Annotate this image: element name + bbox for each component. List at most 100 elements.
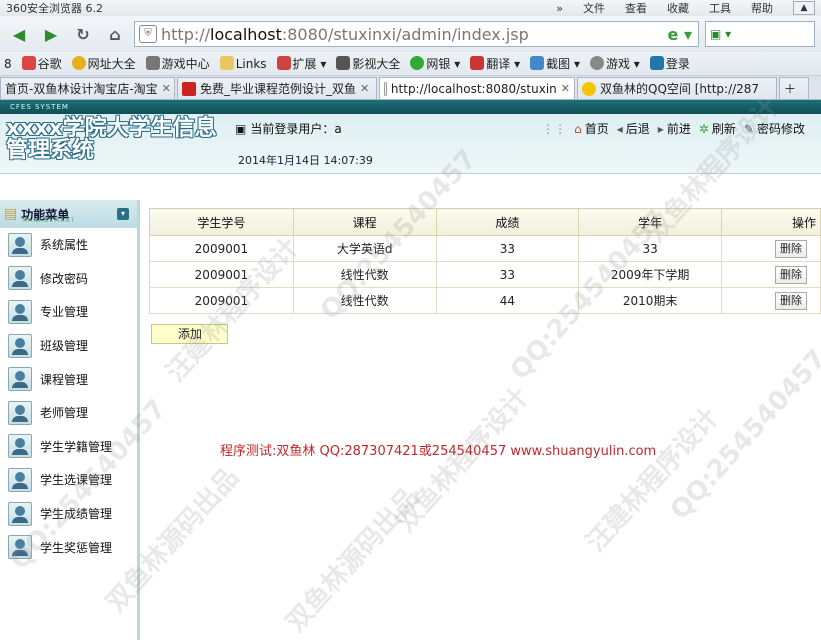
- folder-icon: [219, 56, 234, 70]
- sidebar-item-class-management[interactable]: 班级管理: [0, 329, 137, 363]
- collapse-toggle-icon[interactable]: ▾: [117, 208, 129, 220]
- home-button[interactable]: ⌂: [102, 21, 128, 47]
- fav-item-translate[interactable]: 翻译 ▾: [470, 55, 520, 72]
- current-user-label: 当前登录用户：a: [250, 122, 342, 136]
- fav-item-google[interactable]: 谷歌: [21, 55, 62, 72]
- sidebar-item-system-properties[interactable]: 系统属性: [0, 228, 137, 262]
- browser-navbar: ◀ ▶ ↻ ⌂ ⛨ http://localhost:8080/stuxinxi…: [0, 16, 821, 52]
- menu-file[interactable]: 文件: [583, 0, 605, 16]
- user-icon: [8, 467, 32, 492]
- sidebar-header: ▤ 功能菜单 MANAGEMENT ▾: [0, 200, 137, 228]
- forward-icon: ▸: [657, 121, 664, 136]
- forward-button[interactable]: ▶: [38, 21, 64, 47]
- edit-icon: ✎: [743, 121, 754, 136]
- link-back[interactable]: ◂ 后退: [617, 120, 650, 137]
- cell-year: 2010期末: [578, 287, 723, 314]
- window-control-icon[interactable]: ▲: [793, 1, 815, 15]
- fav-item-screenshot[interactable]: 截图 ▾: [530, 55, 580, 72]
- address-bar[interactable]: ⛨ http://localhost:8080/stuxinxi/admin/i…: [134, 21, 699, 47]
- browser-mode-icon[interactable]: e ▾: [668, 25, 698, 44]
- menu-help[interactable]: 帮助: [751, 0, 773, 16]
- tab-localhost[interactable]: http://localhost:8080/stuxin ✕: [379, 77, 575, 99]
- sidebar-item-rewards-penalties[interactable]: 学生奖惩管理: [0, 530, 137, 564]
- watermark: 双鱼林源码出品: [280, 482, 425, 638]
- plus-icon: ＋: [784, 82, 797, 96]
- table-row: 2009001 线性代数 44 2010期末 删除: [149, 287, 821, 314]
- fav-item-links[interactable]: Links: [219, 56, 267, 71]
- new-tab-button[interactable]: ＋: [779, 77, 809, 99]
- browser-menubar: » 文件 查看 收藏 工具 帮助 ▲: [556, 0, 815, 16]
- back-button[interactable]: ◀: [6, 21, 32, 47]
- cell-action: 删除: [721, 287, 821, 314]
- fav-item-login[interactable]: 登录: [649, 55, 690, 72]
- browser-titlebar: 360安全浏览器 6.2 » 文件 查看 收藏 工具 帮助 ▲: [0, 0, 821, 16]
- browser-app-title: 360安全浏览器 6.2: [6, 2, 103, 15]
- fav-item-extensions[interactable]: 扩展 ▾: [276, 55, 326, 72]
- menu-favorites[interactable]: 收藏: [667, 0, 689, 16]
- fav-item-sites[interactable]: 网址大全: [71, 55, 136, 72]
- search-engine-icon: ▣ ▾: [710, 27, 732, 41]
- security-shield-icon[interactable]: ⛨: [139, 25, 157, 43]
- tab-qq-space[interactable]: 双鱼林的QQ空间 [http://287: [577, 77, 777, 99]
- sidebar-item-course-selection[interactable]: 学生选课管理: [0, 463, 137, 497]
- fav-item-video[interactable]: 影视大全: [336, 55, 400, 72]
- system-tag-bar: CFES SYSTEM: [0, 100, 821, 114]
- link-change-password[interactable]: ✎ 密码修改: [744, 120, 805, 137]
- menu-tools[interactable]: 工具: [709, 0, 731, 16]
- sidebar-item-course-management[interactable]: 课程管理: [0, 362, 137, 396]
- delete-button[interactable]: 删除: [775, 265, 808, 284]
- user-icon: [8, 367, 32, 392]
- translate-icon: [470, 56, 485, 70]
- browser-tabs: 首页-双鱼林设计淘宝店-淘宝 ✕ 免费_毕业课程范例设计_双鱼 ✕ http://l…: [0, 76, 821, 100]
- fav-item-games-center[interactable]: 游戏中心: [145, 55, 210, 72]
- delete-button[interactable]: 删除: [775, 291, 808, 310]
- tab-free-design[interactable]: 免费_毕业课程范例设计_双鱼 ✕: [177, 77, 377, 99]
- home-icon: ⌂: [109, 24, 121, 44]
- refresh-button[interactable]: ↻: [70, 21, 96, 47]
- cell-score: 33: [435, 235, 580, 262]
- delete-button[interactable]: 删除: [775, 239, 808, 258]
- grades-table: 学生学号 课程 成绩 学年 操作 2009001 大学英语d 33 33 删除 …: [149, 208, 821, 314]
- sidebar-item-grade-management[interactable]: 学生成绩管理: [0, 497, 137, 531]
- key-icon: [649, 56, 664, 70]
- sites-icon: [71, 56, 86, 70]
- monitor-icon: ▣: [235, 121, 247, 136]
- credit-text: 程序测试:双鱼林 QQ:287307421或254540457 www.shua…: [220, 444, 657, 459]
- close-tab-icon[interactable]: ✕: [360, 82, 369, 95]
- sidebar-item-major-management[interactable]: 专业管理: [0, 295, 137, 329]
- tab-taobao[interactable]: 首页-双鱼林设计淘宝店-淘宝 ✕: [0, 77, 175, 99]
- close-tab-icon[interactable]: ✕: [162, 82, 171, 95]
- fav-item-bank[interactable]: 网银 ▾: [410, 55, 460, 72]
- cell-student-id: 2009001: [149, 235, 294, 262]
- menu-more[interactable]: »: [556, 2, 563, 15]
- menu-view[interactable]: 查看: [625, 0, 647, 16]
- table-row: 2009001 线性代数 33 2009年下学期 删除: [149, 261, 821, 288]
- user-icon: [8, 535, 32, 560]
- fav-item-games[interactable]: 游戏 ▾: [589, 55, 640, 72]
- cell-course: 线性代数: [292, 261, 437, 288]
- current-datetime: 2014年1月14日 14:07:39: [238, 154, 373, 167]
- link-forward[interactable]: ▸ 前进: [658, 120, 691, 137]
- sidebar-subtitle: MANAGEMENT: [22, 217, 76, 224]
- sidebar: ▤ 功能菜单 MANAGEMENT ▾ 系统属性 修改密码 专业管理 班级管理 …: [0, 200, 140, 640]
- games-icon: [589, 56, 604, 70]
- sidebar-item-student-status[interactable]: 学生学籍管理: [0, 430, 137, 464]
- search-box[interactable]: ▣ ▾: [705, 21, 815, 47]
- cell-year: 33: [578, 235, 723, 262]
- cell-course: 线性代数: [292, 287, 437, 314]
- menu-folder-icon: ▤: [4, 206, 18, 222]
- current-user: ▣ 当前登录用户：a: [235, 120, 342, 137]
- link-home[interactable]: ⌂ 首页: [574, 120, 609, 137]
- link-refresh[interactable]: ✲ 刷新: [699, 120, 736, 137]
- col-student-id: 学生学号: [149, 208, 294, 236]
- fav-grid-icon[interactable]: 8: [4, 57, 12, 71]
- screenshot-icon: [530, 56, 545, 70]
- sidebar-item-change-password[interactable]: 修改密码: [0, 262, 137, 296]
- table-header-row: 学生学号 课程 成绩 学年 操作: [149, 208, 821, 236]
- close-tab-icon[interactable]: ✕: [561, 82, 570, 95]
- sidebar-item-teacher-management[interactable]: 老师管理: [0, 396, 137, 430]
- gamepad-icon: [145, 56, 160, 70]
- cell-student-id: 2009001: [149, 287, 294, 314]
- add-button[interactable]: 添加: [151, 324, 228, 344]
- google-icon: [21, 56, 36, 70]
